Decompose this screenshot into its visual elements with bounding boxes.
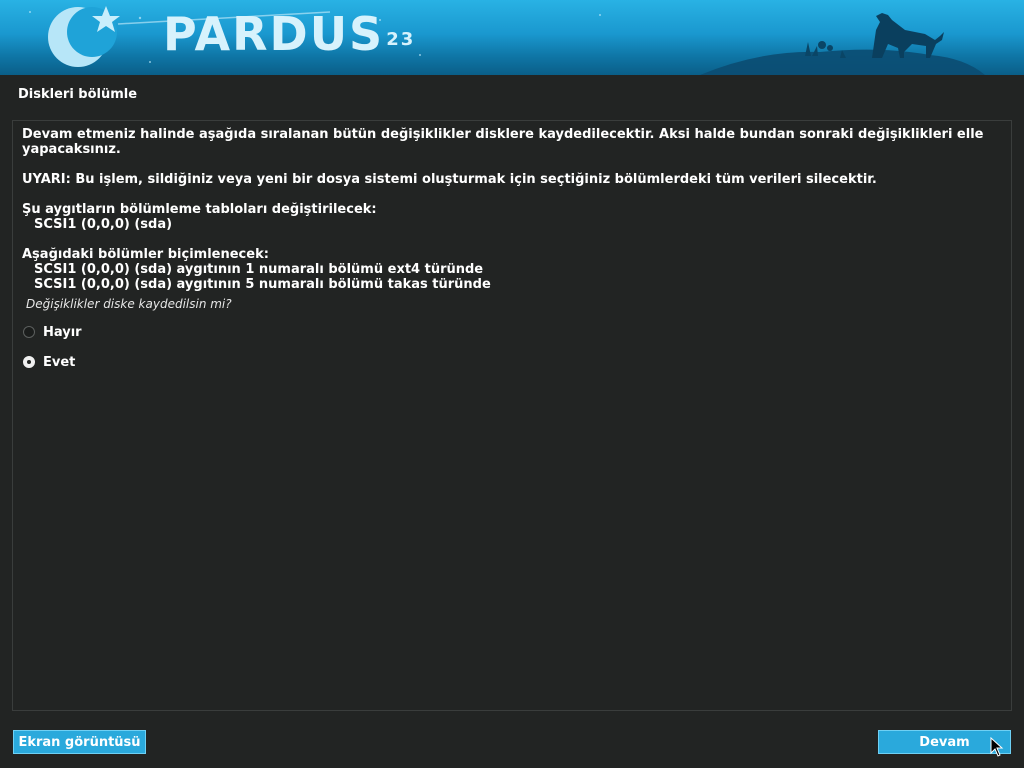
banner-artwork	[29, 6, 985, 75]
intro-text-line2: yapacaksınız.	[22, 142, 121, 157]
option-yes[interactable]: Evet	[23, 352, 75, 372]
page-title: Diskleri bölümle	[18, 87, 138, 102]
title-bar: Diskleri bölümle	[0, 75, 1024, 113]
mouse-cursor-icon	[990, 737, 1004, 757]
tables-device: SCSI1 (0,0,0) (sda)	[34, 217, 173, 232]
radio-yes[interactable]	[23, 356, 35, 368]
intro-text-line1: Devam etmeniz halinde aşağıda sıralanan …	[22, 127, 984, 142]
logo-text: PARDUS	[163, 7, 385, 61]
format-item: SCSI1 (0,0,0) (sda) aygıtının 5 numaralı…	[34, 277, 491, 292]
tables-heading: Şu aygıtların bölümleme tabloları değişt…	[22, 202, 377, 217]
option-no-label[interactable]: Hayır	[43, 325, 82, 340]
pardus-logo: PARDUS 23	[163, 6, 415, 62]
format-heading: Aşağıdaki bölümler biçimlenecek:	[22, 247, 269, 262]
option-no[interactable]: Hayır	[23, 322, 82, 342]
format-item: SCSI1 (0,0,0) (sda) aygıtının 1 numaralı…	[34, 262, 484, 277]
panther-icon	[872, 13, 944, 58]
radio-no[interactable]	[23, 326, 35, 338]
option-yes-label[interactable]: Evet	[43, 355, 75, 370]
warning-text: UYARI: Bu işlem, sildiğiniz veya yeni bi…	[22, 172, 877, 187]
content-panel: Devam etmeniz halinde aşağıda sıralanan …	[12, 120, 1012, 711]
screenshot-button[interactable]: Ekran görüntüsü	[13, 730, 146, 754]
pardus-banner: PARDUS 23	[0, 0, 1024, 75]
save-question: Değişiklikler diske kaydedilsin mi?	[26, 297, 232, 311]
logo-version: 23	[386, 29, 416, 50]
